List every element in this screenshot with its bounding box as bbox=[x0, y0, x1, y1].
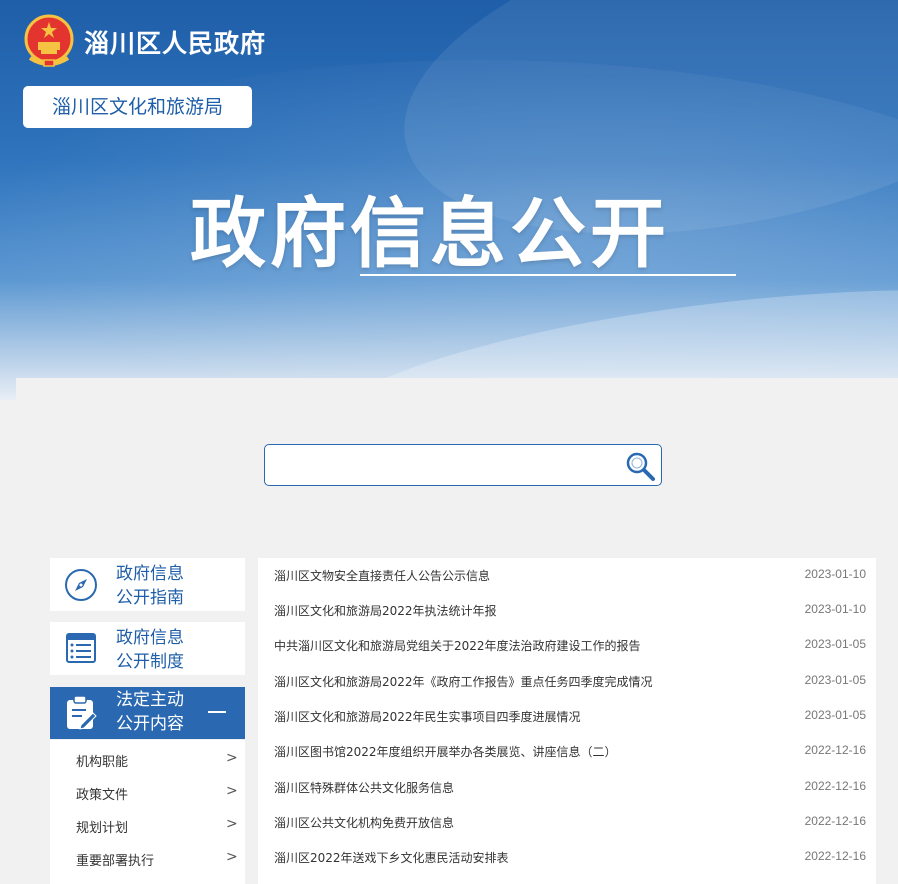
list-item[interactable]: 淄川区公共文化机构免费开放信息 2022-12-16 bbox=[258, 805, 876, 840]
sidebar-item-label: 法定主动 公开内容 bbox=[116, 690, 184, 734]
compass-icon bbox=[65, 569, 97, 601]
chevron-right-icon: > bbox=[226, 783, 238, 799]
sidebar-item-guide[interactable]: 政府信息 公开指南 bbox=[50, 558, 245, 611]
sidebar-item-label: 政府信息 公开指南 bbox=[116, 564, 184, 608]
list-item[interactable]: 淄川区文化和旅游局2022年民生实事项目四季度进展情况 2023-01-05 bbox=[258, 699, 876, 734]
submenu-item[interactable]: 规划计划 > bbox=[50, 808, 245, 841]
chevron-right-icon: > bbox=[226, 816, 238, 832]
sidebar-item-system[interactable]: 政府信息 公开制度 bbox=[50, 622, 245, 675]
sidebar-item-label: 政府信息 公开制度 bbox=[116, 628, 184, 672]
clipboard-edit-icon bbox=[67, 695, 97, 730]
submenu-item[interactable]: 重要部署执行 > bbox=[50, 841, 245, 874]
list-item[interactable]: 中共淄川区文化和旅游局党组关于2022年度法治政府建设工作的报告 2023-01… bbox=[258, 628, 876, 663]
submenu-item[interactable]: 机构职能 > bbox=[50, 742, 245, 775]
hero-underline bbox=[360, 274, 736, 276]
search-icon[interactable] bbox=[623, 449, 657, 483]
list-item[interactable]: 淄川区文化和旅游局2022年《政府工作报告》重点任务四季度完成情况 2023-0… bbox=[258, 664, 876, 699]
search-input[interactable] bbox=[273, 451, 613, 479]
list-item[interactable]: 淄川区图书馆2022年度组织开展举办各类展览、讲座信息（二） 2022-12-1… bbox=[258, 734, 876, 769]
search-box bbox=[264, 444, 662, 486]
hero-title: 政府信息公开 bbox=[190, 189, 670, 278]
article-list: 淄川区文物安全直接责任人公告公示信息 2023-01-10 淄川区文化和旅游局2… bbox=[258, 558, 876, 884]
list-item[interactable]: 淄川区2022年送戏下乡文化惠民活动安排表 2022-12-16 bbox=[258, 840, 876, 875]
list-item[interactable]: 淄川区文物安全直接责任人公告公示信息 2023-01-10 bbox=[258, 558, 876, 593]
list-item[interactable]: 淄川区特殊群体公共文化服务信息 2022-12-16 bbox=[258, 770, 876, 805]
national-emblem-icon bbox=[24, 14, 74, 67]
collapse-icon[interactable] bbox=[208, 711, 226, 713]
submenu-item[interactable]: 政策文件 > bbox=[50, 775, 245, 808]
sidebar-submenu: 机构职能 > 政策文件 > 规划计划 > 重要部署执行 > bbox=[50, 740, 245, 884]
chevron-right-icon: > bbox=[226, 750, 238, 766]
site-title[interactable]: 淄川区人民政府 bbox=[84, 24, 266, 60]
document-list-icon bbox=[66, 633, 96, 663]
sidebar-item-active-content[interactable]: 法定主动 公开内容 bbox=[50, 687, 245, 739]
list-item[interactable]: 淄川区文化和旅游局2022年执法统计年报 2023-01-10 bbox=[258, 593, 876, 628]
department-tag[interactable]: 淄川区文化和旅游局 bbox=[23, 86, 252, 128]
chevron-right-icon: > bbox=[226, 849, 238, 865]
